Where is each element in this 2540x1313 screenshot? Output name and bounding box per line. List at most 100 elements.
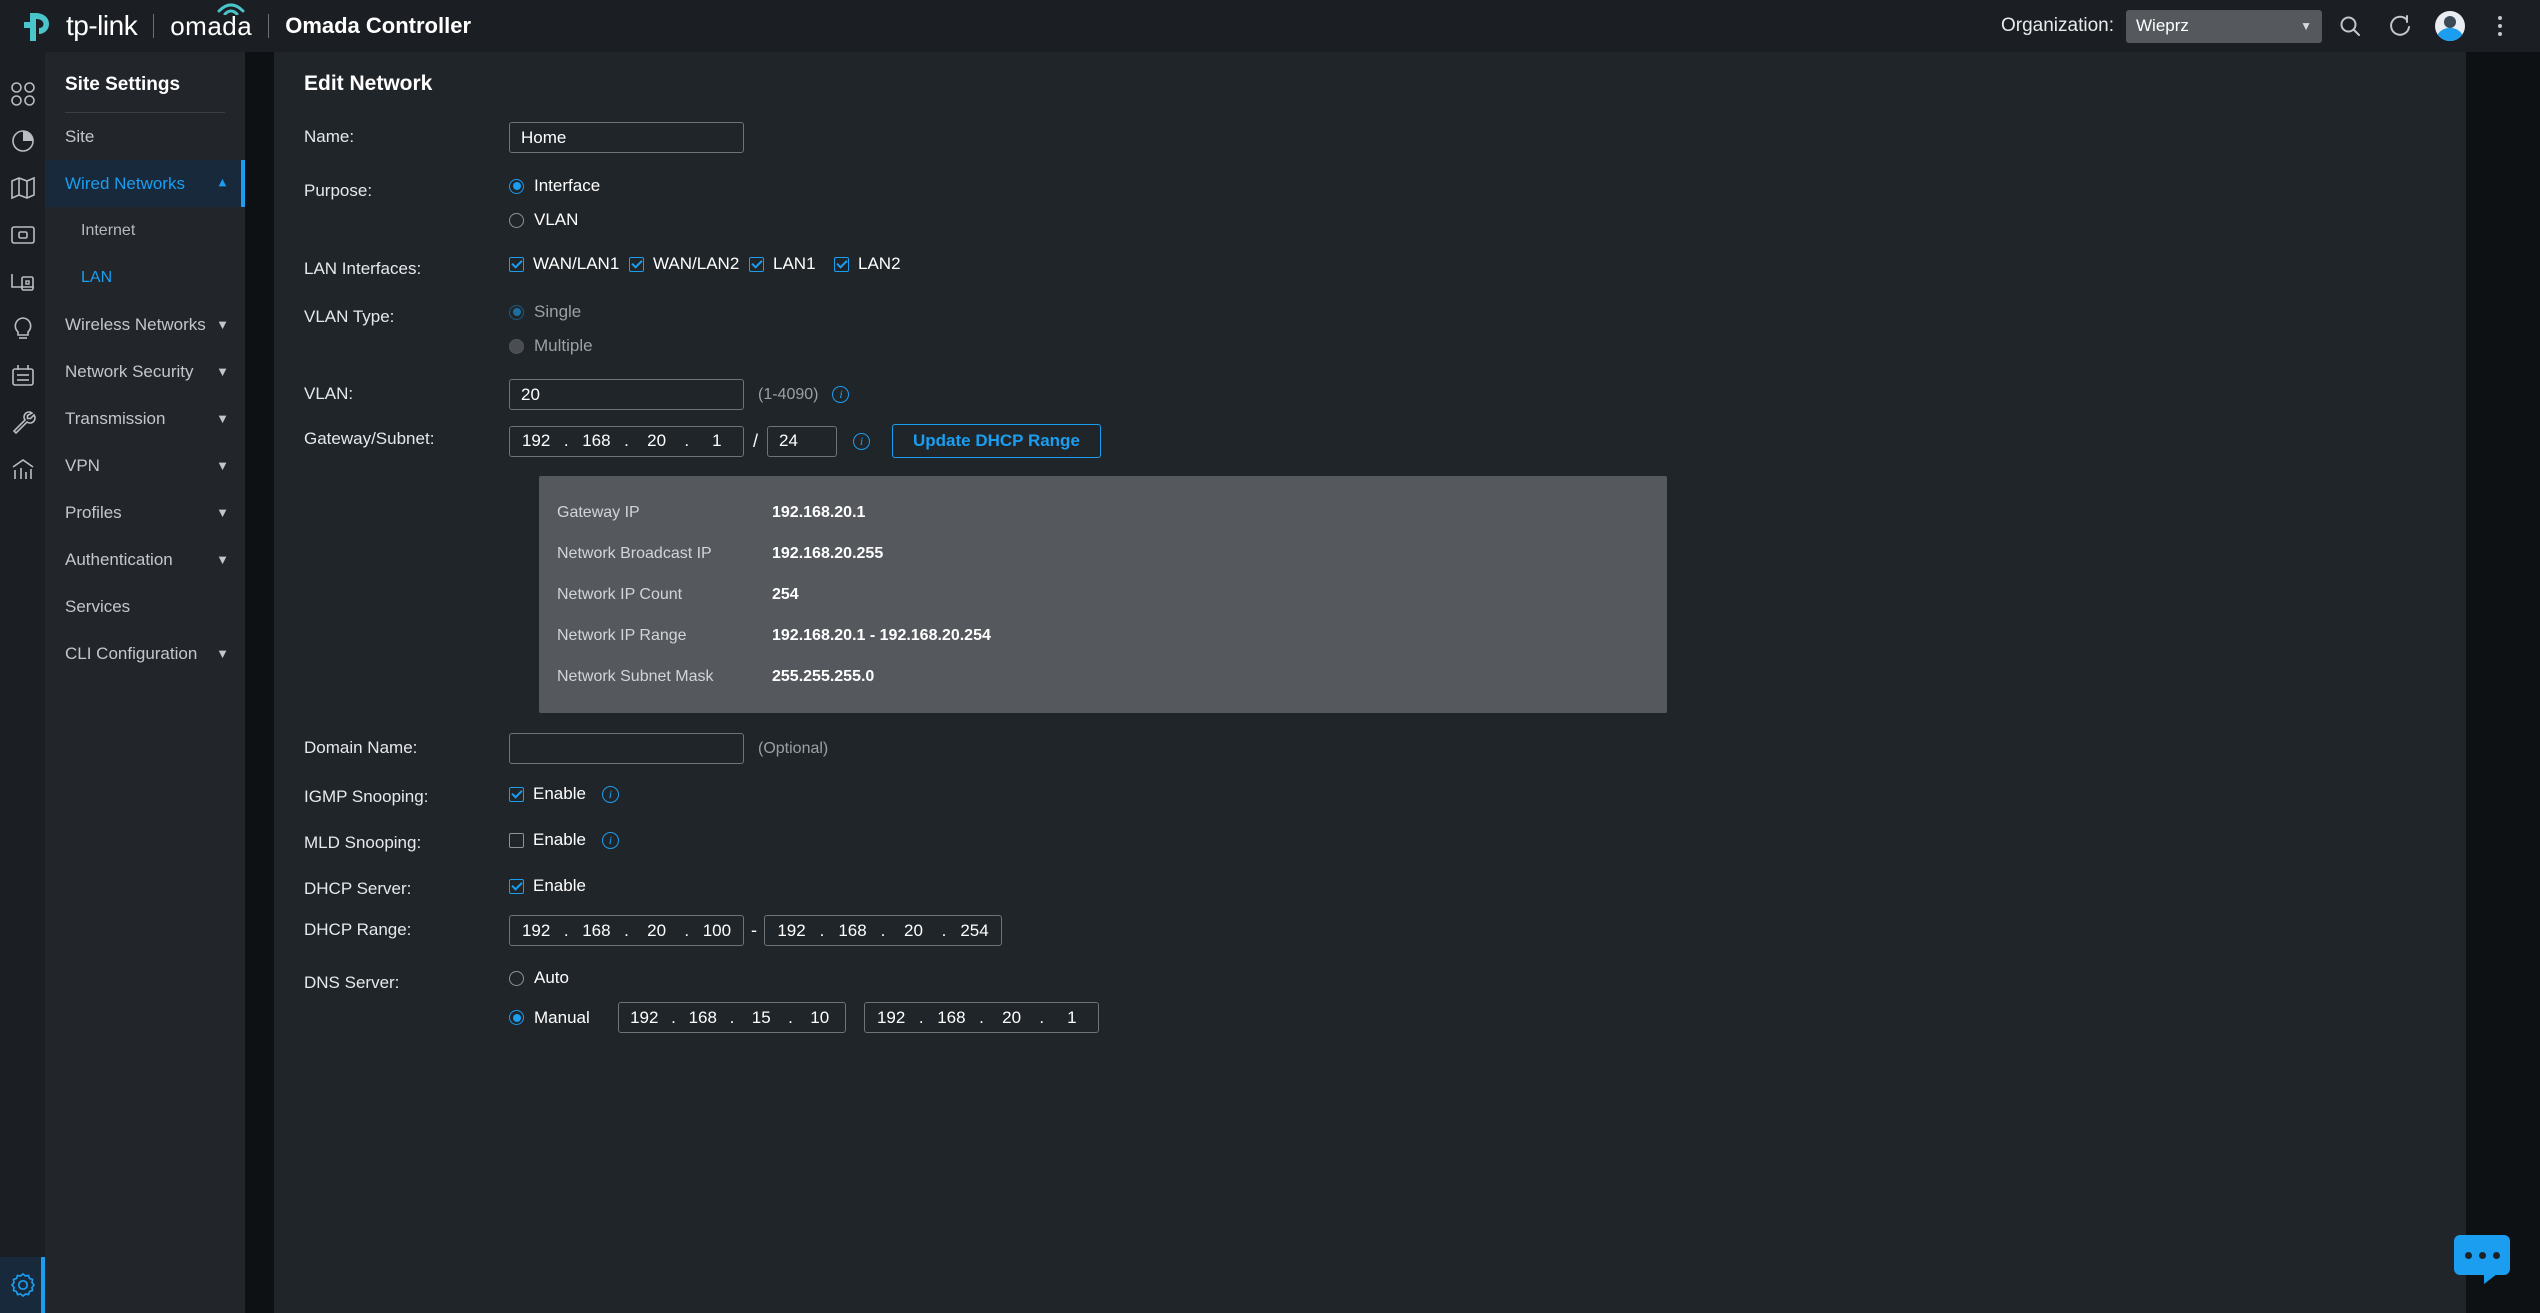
insight-icon[interactable] — [0, 305, 45, 352]
ip-octet-1[interactable]: 192 — [510, 921, 562, 941]
sidebar-item-site[interactable]: Site — [45, 113, 245, 160]
sidebar-item-internet[interactable]: Internet — [45, 207, 245, 254]
dns-secondary-input[interactable]: 192 . 168 . 20 . 1 — [864, 1002, 1099, 1033]
vlan-type-label: VLAN Type: — [304, 307, 395, 326]
ip-octet-4[interactable]: 10 — [795, 1008, 846, 1028]
vlan-type-radio-single[interactable]: Single — [509, 302, 581, 322]
domain-name-input[interactable] — [509, 733, 744, 764]
sidebar-item-label: CLI Configuration — [65, 643, 198, 663]
page-title: Edit Network — [304, 72, 433, 95]
ip-octet-1[interactable]: 192 — [765, 921, 818, 941]
chevron-down-icon: ▼ — [216, 364, 229, 379]
more-vertical-icon[interactable] — [2478, 4, 2522, 48]
sidebar-item-authentication[interactable]: Authentication ▼ — [45, 536, 245, 583]
purpose-radio-interface[interactable]: Interface — [509, 176, 600, 196]
map-icon[interactable] — [0, 164, 45, 211]
ip-octet-3[interactable]: 20 — [887, 921, 940, 941]
search-icon[interactable] — [2328, 4, 2372, 48]
ip-dot: . — [563, 920, 569, 940]
organization-select[interactable]: Wieprz ▼ — [2126, 9, 2322, 43]
dns-server-radio-manual[interactable]: Manual 192 . 168 . 15 . 10 192 . 168 . 2… — [509, 1002, 1099, 1033]
sidebar-item-network-security[interactable]: Network Security ▼ — [45, 348, 245, 395]
clients-icon[interactable] — [0, 258, 45, 305]
ip-octet-4[interactable]: 1 — [691, 431, 743, 451]
gateway-ip-input[interactable]: 192 . 168 . 20 . 1 — [509, 425, 744, 457]
analytics-icon[interactable] — [0, 446, 45, 493]
chevron-down-icon: ▼ — [2300, 19, 2312, 33]
ip-octet-3[interactable]: 20 — [631, 431, 683, 451]
ip-octet-3[interactable]: 20 — [986, 1008, 1038, 1028]
sidebar-item-profiles[interactable]: Profiles ▼ — [45, 489, 245, 536]
subnet-mask-input[interactable]: 24 — [767, 425, 838, 457]
settings-gear-icon[interactable] — [0, 1257, 45, 1313]
sidebar-item-wired-networks[interactable]: Wired Networks ▼ — [45, 160, 245, 207]
sidebar-item-transmission[interactable]: Transmission ▼ — [45, 395, 245, 442]
dns-primary-input[interactable]: 192 . 168 . 15 . 10 — [618, 1002, 846, 1033]
sidebar-item-vpn[interactable]: VPN ▼ — [45, 442, 245, 489]
dhcp-server-checkbox[interactable] — [509, 878, 524, 894]
tools-icon[interactable] — [0, 399, 45, 446]
statistics-icon[interactable] — [0, 117, 45, 164]
vlan-input[interactable]: 20 — [509, 379, 744, 410]
log-icon[interactable] — [0, 352, 45, 399]
purpose-option-label: VLAN — [534, 210, 579, 229]
sidebar-item-lan[interactable]: LAN — [45, 254, 245, 301]
ip-octet-2[interactable]: 168 — [678, 1008, 729, 1028]
ip-octet-4[interactable]: 1 — [1046, 1008, 1098, 1028]
field-row-igmp-snooping: IGMP Snooping: Enable i — [274, 782, 2466, 807]
dashboard-icon[interactable] — [0, 70, 45, 117]
info-value: 192.168.20.1 — [772, 503, 866, 521]
domain-name-label: Domain Name: — [304, 738, 418, 757]
ip-octet-1[interactable]: 192 — [510, 431, 562, 451]
right-gutter — [2466, 52, 2540, 1313]
chevron-down-icon: ▼ — [216, 411, 229, 426]
brand-divider-1 — [153, 14, 155, 38]
dhcp-range-end-input[interactable]: 192 . 168 . 20 . 254 — [764, 915, 1002, 946]
info-icon[interactable]: i — [832, 386, 850, 403]
ip-octet-2[interactable]: 168 — [570, 431, 622, 451]
purpose-radio-vlan[interactable]: VLAN — [509, 210, 578, 230]
lan-interface-checkbox-lan2[interactable]: LAN2 — [834, 254, 901, 274]
radio-on-icon — [509, 1010, 524, 1025]
sidebar-item-services[interactable]: Services — [45, 583, 245, 630]
ip-octet-1[interactable]: 192 — [865, 1008, 917, 1028]
info-icon[interactable]: i — [853, 432, 871, 450]
lan-interface-checkbox-wan-lan2[interactable]: WAN/LAN2 — [629, 254, 749, 274]
ip-dot: . — [788, 1007, 793, 1027]
update-dhcp-range-button[interactable]: Update DHCP Range — [892, 424, 1101, 458]
sidebar-item-wireless-networks[interactable]: Wireless Networks ▼ — [45, 301, 245, 348]
ip-dot: . — [671, 1007, 676, 1027]
purpose-label: Purpose: — [304, 181, 373, 200]
vlan-type-radio-multiple[interactable]: Multiple — [509, 336, 593, 356]
ip-octet-3[interactable]: 15 — [736, 1008, 787, 1028]
info-icon[interactable]: i — [601, 831, 619, 849]
igmp-snooping-checkbox[interactable] — [509, 786, 524, 802]
field-row-name: Name: Home — [274, 122, 2466, 153]
refresh-icon[interactable] — [2378, 4, 2422, 48]
name-input[interactable]: Home — [509, 122, 744, 153]
sidebar-item-cli-configuration[interactable]: CLI Configuration ▼ — [45, 630, 245, 677]
chat-bubble-icon[interactable] — [2454, 1235, 2510, 1284]
enable-label: Enable — [533, 876, 586, 895]
dhcp-range-start-input[interactable]: 192 . 168 . 20 . 100 — [509, 915, 744, 946]
mld-snooping-checkbox[interactable] — [509, 832, 524, 848]
ip-dot: . — [624, 431, 629, 450]
ip-octet-2[interactable]: 168 — [925, 1008, 977, 1028]
brand-logo[interactable]: tp-link omada Omada Controller — [0, 3, 471, 42]
devices-icon[interactable] — [0, 211, 45, 258]
ip-octet-2[interactable]: 168 — [570, 921, 622, 941]
info-icon[interactable]: i — [601, 785, 619, 803]
ip-octet-1[interactable]: 192 — [619, 1008, 670, 1028]
ip-octet-4[interactable]: 100 — [691, 921, 743, 941]
field-row-vlan-type: VLAN Type: Single Multiple — [274, 302, 2466, 356]
dns-server-radio-auto[interactable]: Auto — [509, 968, 569, 988]
sidebar-item-label: Network Security — [65, 361, 194, 381]
ip-octet-2[interactable]: 168 — [826, 921, 879, 941]
avatar[interactable] — [2428, 4, 2472, 48]
ip-dot: . — [819, 920, 825, 940]
field-row-domain-name: Domain Name: (Optional) — [274, 733, 2466, 764]
ip-octet-3[interactable]: 20 — [631, 921, 683, 941]
ip-octet-4[interactable]: 254 — [948, 921, 1001, 941]
lan-interface-checkbox-wan-lan1[interactable]: WAN/LAN1 — [509, 254, 629, 274]
lan-interface-checkbox-lan1[interactable]: LAN1 — [749, 254, 834, 274]
